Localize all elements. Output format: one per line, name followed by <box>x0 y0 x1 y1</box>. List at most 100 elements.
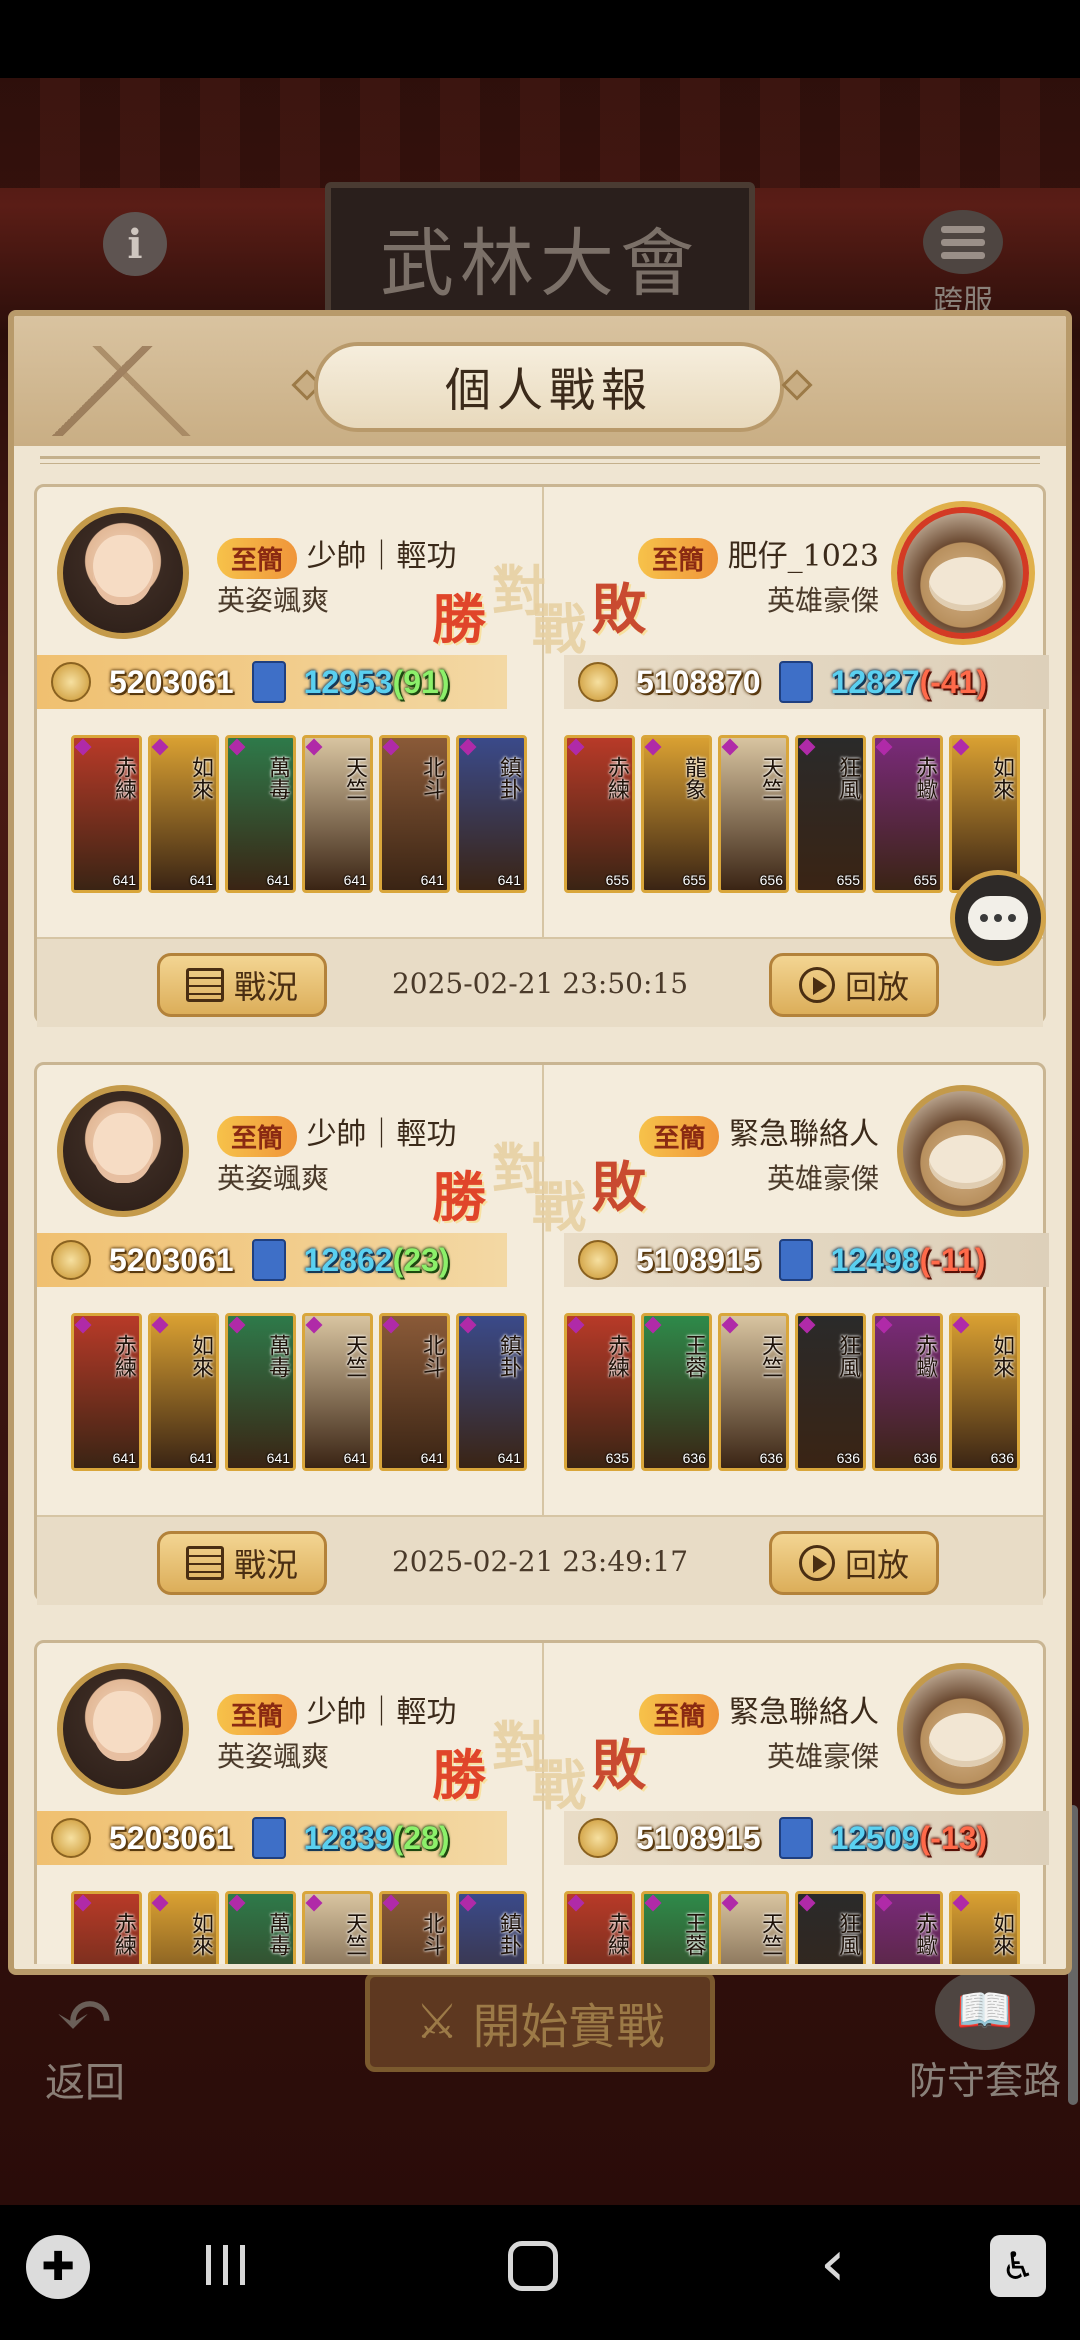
result-lose: 敗 <box>592 1155 646 1219</box>
power-value: 5203061 <box>109 1241 234 1278</box>
character-card[interactable]: 鎮卦 <box>456 1891 527 1964</box>
info-icon[interactable]: i <box>103 212 167 276</box>
character-card[interactable]: 赤練 635 <box>564 1313 635 1471</box>
lineup-cards: 赤練 655 龍象 655 天竺 656 狂風 655 赤蠍 655 如來 <box>564 735 1020 893</box>
character-card[interactable]: 赤練 <box>564 1891 635 1964</box>
score-value: 12953(91) <box>303 663 450 700</box>
character-card[interactable]: 天竺 <box>718 1891 789 1964</box>
card-name: 北斗 <box>419 756 444 800</box>
gamepad-icon[interactable]: ✚ <box>26 2235 90 2299</box>
character-card[interactable]: 萬毒 <box>225 1891 296 1964</box>
opponent-avatar[interactable] <box>897 1085 1029 1217</box>
book-icon: 📖 <box>935 1970 1035 2050</box>
character-card[interactable]: 萬毒 641 <box>225 1313 296 1471</box>
player-stats: 5203061 12953(91) <box>37 655 507 709</box>
rank-score-icon <box>251 661 286 703</box>
battle-report-button[interactable]: 戰況 <box>157 1531 327 1595</box>
quality-gem-icon <box>459 1316 477 1334</box>
card-name: 赤蠍 <box>912 1334 937 1378</box>
character-card[interactable]: 如來 <box>949 1891 1020 1964</box>
character-card[interactable]: 北斗 <box>379 1891 450 1964</box>
start-battle-button[interactable]: ⚔ 開始實戰 <box>365 1972 715 2072</box>
character-card[interactable]: 如來 641 <box>148 735 219 893</box>
character-card[interactable]: 狂風 655 <box>795 735 866 893</box>
character-card[interactable]: 如來 <box>949 735 1020 893</box>
player-avatar[interactable] <box>57 507 189 639</box>
quality-gem-icon <box>721 738 739 756</box>
power-icon <box>51 1240 91 1280</box>
opponent-name-line: 至簡 緊急聯絡人 <box>639 1687 879 1735</box>
character-card[interactable]: 龍象 655 <box>641 735 712 893</box>
card-level: 641 <box>497 872 521 888</box>
battle-report-button[interactable]: 戰況 <box>157 953 327 1017</box>
card-level: 636 <box>759 1450 783 1466</box>
battle-report-label: 戰況 <box>233 1546 298 1584</box>
character-card[interactable]: 狂風 636 <box>795 1313 866 1471</box>
opponent-title: 英雄豪傑 <box>766 584 879 617</box>
lineup-cards: 赤練 641 如來 641 萬毒 641 天竺 641 北斗 641 鎮卦 641 <box>71 1313 527 1471</box>
replay-button[interactable]: 回放 <box>769 1531 939 1595</box>
opponent-avatar[interactable] <box>897 1663 1029 1795</box>
card-level: 641 <box>189 872 213 888</box>
back-button[interactable]: ↶ 返回 <box>30 1980 140 2108</box>
quality-gem-icon <box>151 1316 169 1334</box>
card-name: 狂風 <box>835 1912 860 1956</box>
character-card[interactable]: 萬毒 641 <box>225 735 296 893</box>
character-card[interactable]: 王蓉 636 <box>641 1313 712 1471</box>
character-card[interactable]: 北斗 641 <box>379 735 450 893</box>
score-value: 12839(28) <box>303 1819 450 1856</box>
title-board-text: 武林大會 <box>380 220 700 307</box>
character-card[interactable]: 王蓉 <box>641 1891 712 1964</box>
home-icon[interactable] <box>508 2241 558 2291</box>
rank-score-icon <box>778 1239 813 1281</box>
player-avatar[interactable] <box>57 1663 189 1795</box>
replay-button[interactable]: 回放 <box>769 953 939 1017</box>
rank-badge: 至簡 <box>217 1693 298 1735</box>
player-avatar[interactable] <box>57 1085 189 1217</box>
opponent-title: 英雄豪傑 <box>766 1162 879 1195</box>
character-card[interactable]: 如來 636 <box>949 1313 1020 1471</box>
opponent-name-line: 至簡 緊急聯絡人 <box>639 1109 879 1157</box>
character-card[interactable]: 赤蠍 636 <box>872 1313 943 1471</box>
recent-apps-icon[interactable] <box>206 2245 245 2285</box>
character-card[interactable]: 赤蠍 <box>872 1891 943 1964</box>
quality-gem-icon <box>74 1316 92 1334</box>
character-card[interactable]: 天竺 641 <box>302 735 373 893</box>
character-card[interactable]: 鎮卦 641 <box>456 1313 527 1471</box>
battle-timestamp: 2025-02-21 23:50:15 <box>391 966 689 1000</box>
character-card[interactable]: 北斗 641 <box>379 1313 450 1471</box>
quality-gem-icon <box>567 738 585 756</box>
accessibility-icon[interactable]: ♿ <box>990 2235 1046 2297</box>
card-name: 天竺 <box>758 1912 783 1956</box>
character-card[interactable]: 狂風 <box>795 1891 866 1964</box>
card-level: 656 <box>759 872 783 888</box>
quality-gem-icon <box>228 1316 246 1334</box>
character-card[interactable]: 赤練 655 <box>564 735 635 893</box>
character-card[interactable]: 鎮卦 641 <box>456 735 527 893</box>
cross-server-button[interactable]: 跨服 <box>918 210 1008 319</box>
character-card[interactable]: 天竺 641 <box>302 1313 373 1471</box>
power-icon <box>578 1818 618 1858</box>
opponent-stats: 5108915 12509(-13) <box>564 1811 1049 1865</box>
character-card[interactable]: 赤練 <box>71 1891 142 1964</box>
card-name: 赤練 <box>111 1912 136 1956</box>
character-card[interactable]: 天竺 636 <box>718 1313 789 1471</box>
character-card[interactable]: 赤蠍 655 <box>872 735 943 893</box>
score-value: 12498(-11) <box>830 1241 986 1278</box>
character-card[interactable]: 赤練 641 <box>71 735 142 893</box>
chat-button[interactable] <box>950 870 1046 966</box>
character-card[interactable]: 赤練 641 <box>71 1313 142 1471</box>
records-list[interactable]: 至簡 少帥｜輕功 英姿颯爽 5203061 12953(91) 赤練 641 如來 6… <box>14 484 1066 1964</box>
character-card[interactable]: 天竺 <box>302 1891 373 1964</box>
replay-label: 回放 <box>844 1546 909 1584</box>
character-card[interactable]: 如來 641 <box>148 1313 219 1471</box>
defense-routine-button[interactable]: 📖 防守套路 <box>900 1970 1070 2105</box>
character-card[interactable]: 如來 <box>148 1891 219 1964</box>
quality-gem-icon <box>952 1316 970 1334</box>
opponent-avatar[interactable] <box>897 507 1029 639</box>
power-value: 5203061 <box>109 1819 234 1856</box>
back-icon[interactable]: ‹ <box>820 2227 846 2301</box>
lineup-cards: 赤練 如來 萬毒 天竺 北斗 鎮卦 <box>71 1891 527 1964</box>
character-card[interactable]: 天竺 656 <box>718 735 789 893</box>
quality-gem-icon <box>952 738 970 756</box>
